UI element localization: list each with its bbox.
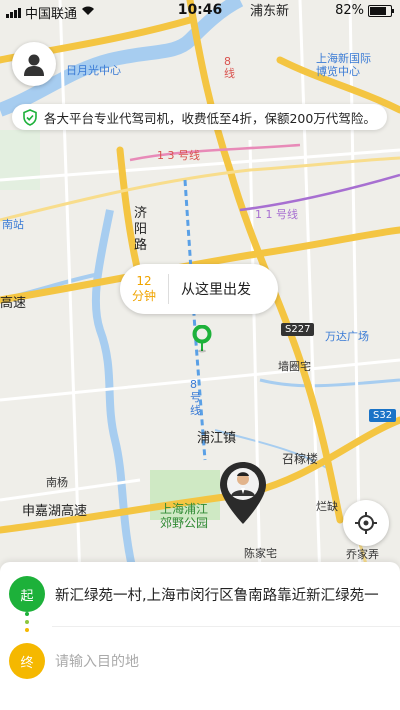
- map-label-nanyang: 南杨: [46, 476, 68, 489]
- road-badge-s227: S227: [281, 323, 315, 336]
- map-label-south-station: 南站: [2, 218, 24, 231]
- trip-panel: 起 新汇绿苑一村,上海市闵行区鲁南路靠近新汇绿苑一 终 请输入目的地: [0, 562, 400, 710]
- user-icon: [24, 54, 44, 76]
- start-address[interactable]: 新汇绿苑一村,上海市闵行区鲁南路靠近新汇绿苑一: [55, 584, 400, 605]
- driver-marker-icon[interactable]: [218, 460, 268, 530]
- start-badge: 起: [9, 576, 45, 612]
- promo-banner-text: 各大平台专业代驾司机，收费低至4折，保额200万代驾险。: [44, 110, 376, 126]
- map-label-line8-top: 8 线: [224, 55, 235, 80]
- map-label-line13: 1 3 号线: [157, 149, 200, 162]
- start-location-row[interactable]: 起 新汇绿苑一村,上海市闵行区鲁南路靠近新汇绿苑一: [0, 565, 400, 623]
- map-label-park: 上海浦江 郊野公园: [160, 502, 209, 530]
- destination-input[interactable]: 请输入目的地: [55, 651, 139, 671]
- battery-icon: [368, 4, 394, 17]
- map-label-highway-left: 高速: [0, 296, 27, 311]
- destination-row[interactable]: 终 请输入目的地: [0, 632, 400, 690]
- end-badge: 终: [9, 643, 45, 679]
- route-connector: [25, 612, 29, 632]
- map-label-lanque: 烂缺: [316, 500, 338, 513]
- eta-badge: 12 分钟: [120, 274, 169, 304]
- battery-percent: 82%: [335, 3, 364, 18]
- map-label-shenjiahu: 申嘉湖高速: [22, 504, 88, 519]
- shield-check-icon: [22, 108, 38, 126]
- map-label-sun-center: 日月光中心: [66, 64, 121, 77]
- map-label-qiangwei: 墙圈宅: [278, 360, 311, 373]
- map-label-line11: 1 1 号线: [255, 208, 298, 221]
- pickup-pin-icon[interactable]: [191, 324, 213, 357]
- eta-minutes: 12: [136, 274, 152, 288]
- locate-me-button[interactable]: [343, 500, 389, 546]
- map-label-pujiang-town: 浦江镇: [197, 431, 237, 446]
- panel-divider: [52, 626, 400, 627]
- pickup-bubble[interactable]: 12 分钟 从这里出发: [120, 264, 278, 314]
- map-label-qiaojianong: 乔家弄: [346, 548, 379, 561]
- map-label-chenjiazhai: 陈家宅: [244, 547, 277, 560]
- status-bar: 中国联通 10:46 82%: [0, 0, 400, 22]
- crosshair-icon: [355, 512, 377, 534]
- map-label-jiyang-road: 济阳路: [134, 206, 148, 253]
- user-avatar-button[interactable]: [12, 42, 56, 86]
- map-label-line8: 8 号线: [190, 378, 201, 417]
- promo-banner[interactable]: 各大平台专业代驾司机，收费低至4折，保额200万代驾险。: [12, 104, 387, 130]
- road-badge-s32: S32: [369, 409, 397, 422]
- map-label-wanda: 万达广场: [325, 330, 369, 343]
- eta-unit: 分钟: [131, 289, 156, 303]
- map-label-zhaojialou: 召稼楼: [282, 452, 319, 466]
- map-label-expo: 上海新国际 博览中心: [316, 52, 371, 78]
- depart-here-label: 从这里出发: [181, 282, 251, 298]
